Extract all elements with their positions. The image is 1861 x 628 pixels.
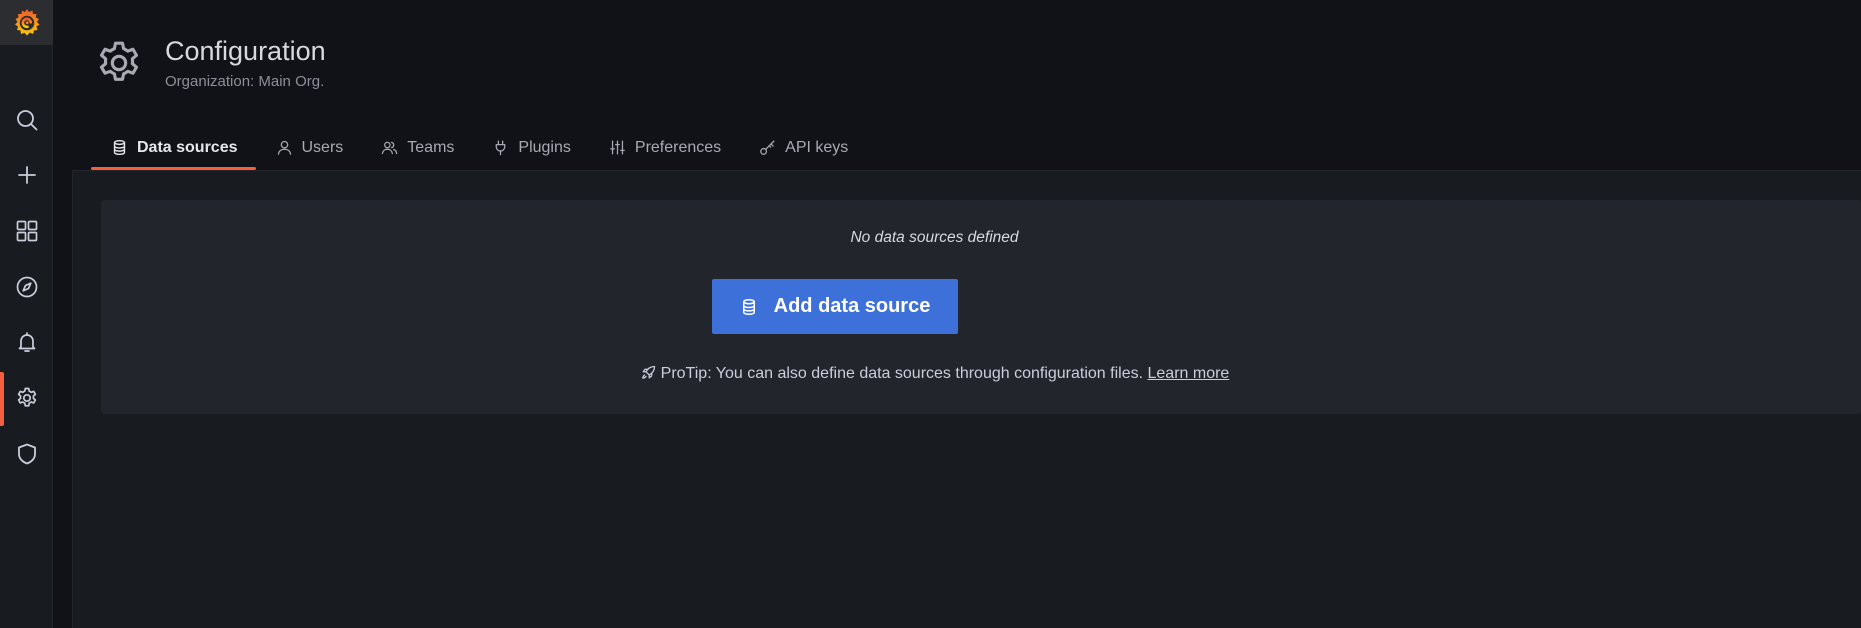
sidebar-item-search[interactable] — [0, 92, 53, 148]
gear-icon — [99, 41, 139, 81]
protip: ProTip: You can also define data sources… — [101, 364, 1861, 383]
database-icon — [113, 139, 126, 156]
tab-label: Plugins — [518, 138, 571, 156]
database-icon — [742, 298, 755, 315]
add-data-source-label: Add data source — [773, 295, 931, 317]
search-icon — [16, 110, 37, 131]
tab-label: API keys — [785, 138, 849, 156]
tab-label: Teams — [407, 138, 455, 156]
users-group-icon — [382, 141, 398, 155]
sidebar-item-alerting[interactable] — [0, 314, 53, 370]
dashboards-grid-icon — [16, 220, 37, 242]
tab-api-keys[interactable]: API keys — [739, 128, 866, 171]
alerting-bell-icon — [18, 332, 35, 352]
user-icon — [277, 140, 291, 155]
sidebar-item-configuration[interactable] — [0, 370, 53, 426]
tab-label: Data sources — [137, 138, 238, 156]
tab-preferences[interactable]: Preferences — [589, 128, 739, 171]
grafana-logo-icon — [14, 8, 39, 35]
page-tabs: Data sources Users Teams Plugins Prefere… — [91, 128, 866, 171]
rocket-icon — [641, 365, 655, 379]
tab-data-sources[interactable]: Data sources — [91, 128, 256, 171]
page-header: Configuration Organization: Main Org. Da… — [53, 0, 1861, 171]
empty-list-cta: No data sources defined Add data source … — [101, 200, 1861, 414]
sidebar-item-server-admin[interactable] — [0, 426, 53, 482]
plug-icon — [496, 140, 506, 156]
learn-more-link[interactable]: Learn more — [1148, 365, 1230, 382]
add-data-source-button[interactable]: Add data source — [712, 279, 958, 334]
sidebar-item-create[interactable] — [0, 147, 53, 203]
server-admin-shield-icon — [17, 443, 36, 465]
sliders-icon — [610, 140, 625, 155]
key-icon — [760, 140, 775, 155]
tab-users[interactable]: Users — [256, 128, 362, 171]
side-menu — [0, 0, 53, 628]
explore-compass-icon — [16, 276, 37, 298]
sidebar-item-explore[interactable] — [0, 259, 53, 315]
page-title: Configuration — [165, 36, 326, 66]
home-logo-link[interactable] — [0, 0, 53, 45]
page-subtitle: Organization: Main Org. — [165, 73, 325, 90]
empty-state-message: No data sources defined — [850, 229, 1019, 246]
protip-text: ProTip: You can also define data sources… — [660, 365, 1144, 382]
tab-plugins[interactable]: Plugins — [472, 128, 588, 171]
tab-label: Preferences — [634, 138, 722, 156]
tab-label: Users — [301, 138, 344, 156]
tab-teams[interactable]: Teams — [361, 128, 472, 171]
configuration-gear-icon — [17, 387, 36, 407]
sidebar-item-dashboards[interactable] — [0, 203, 53, 259]
plus-icon — [17, 166, 36, 184]
